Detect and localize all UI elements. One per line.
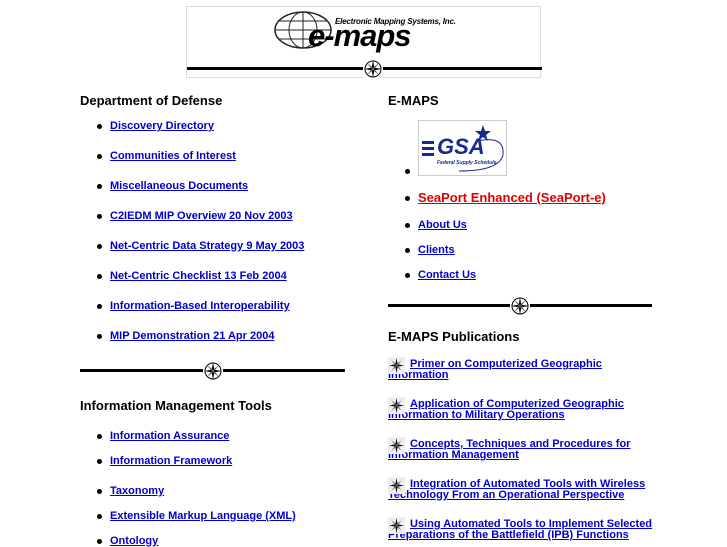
dod-link-communities-of-interest[interactable]: Communities of Interest (110, 150, 236, 162)
imt-link-taxonomy[interactable]: Taxonomy (110, 485, 164, 497)
compass-icon (388, 517, 405, 534)
publication-link-wireless-technology[interactable]: Integration of Automated Tools with Wire… (388, 479, 658, 501)
publications-title: E-MAPS Publications (388, 329, 520, 344)
dod-link-info-interoperability[interactable]: Information-Based Interoperability (110, 300, 290, 312)
publication-link-military-operations[interactable]: Application of Computerized Geographic I… (388, 399, 658, 421)
dod-link-discovery-directory[interactable]: Discovery Directory (110, 120, 214, 132)
publication-item: Primer on Computerized Geographic Inform… (388, 357, 658, 381)
section-divider (388, 296, 652, 316)
list-item: Information Assurance (97, 430, 229, 442)
dod-link-net-centric-data-strategy[interactable]: Net-Centric Data Strategy 9 May 2003 (110, 240, 304, 252)
list-item: Information Framework (97, 455, 232, 467)
list-item: Net-Centric Checklist 13 Feb 2004 (97, 270, 287, 282)
publication-item: Integration of Automated Tools with Wire… (388, 477, 658, 501)
list-item: MIP Demonstration 21 Apr 2004 (97, 330, 274, 342)
clients-link[interactable]: Clients (418, 244, 455, 256)
contact-us-link[interactable]: Contact Us (418, 269, 476, 281)
publication-item: Application of Computerized Geographic I… (388, 397, 658, 421)
compass-icon (510, 296, 530, 316)
gsa-logo-subtext: Federal Supply Schedule (437, 160, 497, 166)
brand-logo-text: e-maps (308, 18, 412, 53)
compass-icon (388, 437, 405, 454)
dod-link-net-centric-checklist[interactable]: Net-Centric Checklist 13 Feb 2004 (110, 270, 287, 282)
publication-item: Using Automated Tools to Implement Selec… (388, 517, 658, 541)
header-banner: Electronic Mapping Systems, Inc. e-maps (186, 6, 542, 79)
gsa-logo-link[interactable]: GSA Federal Supply Schedule (418, 120, 507, 176)
compass-icon (363, 59, 383, 79)
compass-icon (203, 361, 223, 381)
list-item: Net-Centric Data Strategy 9 May 2003 (97, 240, 304, 252)
list-item: Ontology (97, 535, 158, 547)
dod-link-c2iedm-overview[interactable]: C2IEDM MIP Overview 20 Nov 2003 (110, 210, 293, 222)
about-us-link[interactable]: About Us (418, 219, 467, 231)
publication-link-primer[interactable]: Primer on Computerized Geographic Inform… (388, 359, 658, 381)
imt-link-ontology[interactable]: Ontology (110, 535, 158, 547)
list-item: Extensible Markup Language (XML) (97, 510, 296, 522)
imt-link-information-assurance[interactable]: Information Assurance (110, 430, 229, 442)
imt-title: Information Management Tools (80, 398, 272, 413)
gsa-logo-text: GSA (437, 134, 485, 159)
list-item: About Us (405, 219, 467, 231)
compass-icon (388, 357, 405, 374)
section-divider (80, 361, 345, 381)
compass-icon (388, 397, 405, 414)
publication-link-ipb-functions[interactable]: Using Automated Tools to Implement Selec… (388, 519, 658, 541)
list-item: Discovery Directory (97, 120, 214, 132)
list-item: Taxonomy (97, 485, 164, 497)
list-item: Clients (405, 244, 455, 256)
dod-link-misc-documents[interactable]: Miscellaneous Documents (110, 180, 248, 192)
dod-link-mip-demonstration[interactable]: MIP Demonstration 21 Apr 2004 (110, 330, 274, 342)
compass-icon (388, 477, 405, 494)
publication-item: Concepts, Techniques and Procedures for … (388, 437, 658, 461)
list-item: C2IEDM MIP Overview 20 Nov 2003 (97, 210, 293, 222)
list-item: Contact Us (405, 269, 476, 281)
imt-link-xml[interactable]: Extensible Markup Language (XML) (110, 510, 296, 522)
list-item: Communities of Interest (97, 150, 236, 162)
emaps-title: E-MAPS (388, 93, 439, 108)
dod-title: Department of Defense (80, 93, 223, 108)
seaport-link[interactable]: SeaPort Enhanced (SeaPort-e) (418, 190, 606, 205)
publication-link-information-management[interactable]: Concepts, Techniques and Procedures for … (388, 439, 658, 461)
list-item: Information-Based Interoperability (97, 300, 290, 312)
list-item: Miscellaneous Documents (97, 180, 248, 192)
imt-link-information-framework[interactable]: Information Framework (110, 455, 232, 467)
list-item: SeaPort Enhanced (SeaPort-e) (405, 190, 606, 205)
header-divider (187, 59, 542, 79)
